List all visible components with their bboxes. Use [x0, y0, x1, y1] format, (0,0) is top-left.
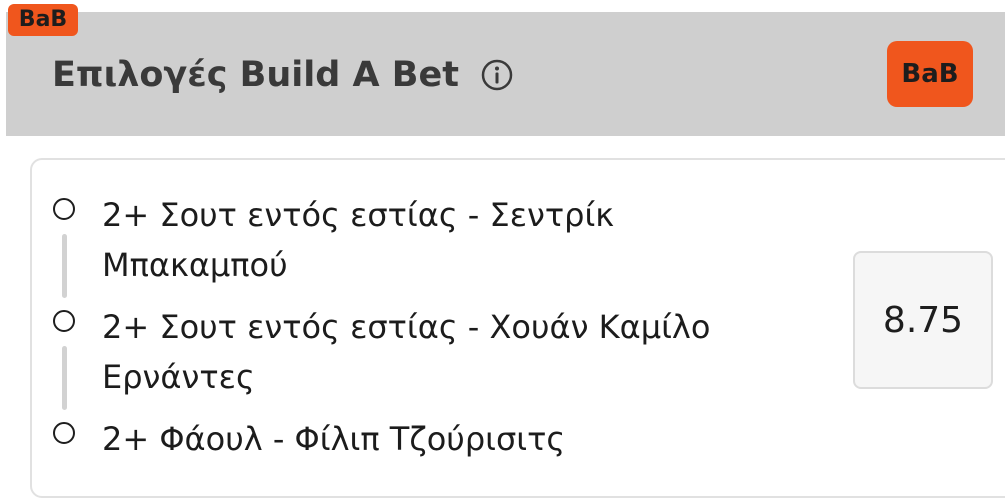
odds-button[interactable]: 8.75: [853, 251, 993, 389]
selection-connector: [62, 346, 67, 410]
bab-corner-badge: BaB: [8, 4, 78, 36]
selection-connector: [62, 234, 67, 298]
info-icon[interactable]: [481, 59, 513, 91]
page-title: Επιλογές Build A Bet: [52, 55, 459, 95]
selection-label: 2+ Σουτ εντός εστίας - Χουάν Καμίλο Ερνά…: [102, 308, 711, 396]
selection-radio-icon: [53, 310, 75, 332]
bab-button[interactable]: BaB: [887, 41, 973, 107]
selection-radio-icon: [53, 198, 75, 220]
odds-value: 8.75: [882, 299, 964, 341]
selection-label: 2+ Φάουλ - Φίλιπ Τζούρισιτς: [102, 420, 566, 458]
build-a-bet-header: Επιλογές Build A Bet BaB: [6, 12, 1005, 136]
selection-radio-icon: [53, 422, 75, 444]
header-title-row: Επιλογές Build A Bet: [52, 50, 513, 100]
selection-label: 2+ Σουτ εντός εστίας - Σεντρίκ Μπακαμπού: [102, 196, 615, 284]
